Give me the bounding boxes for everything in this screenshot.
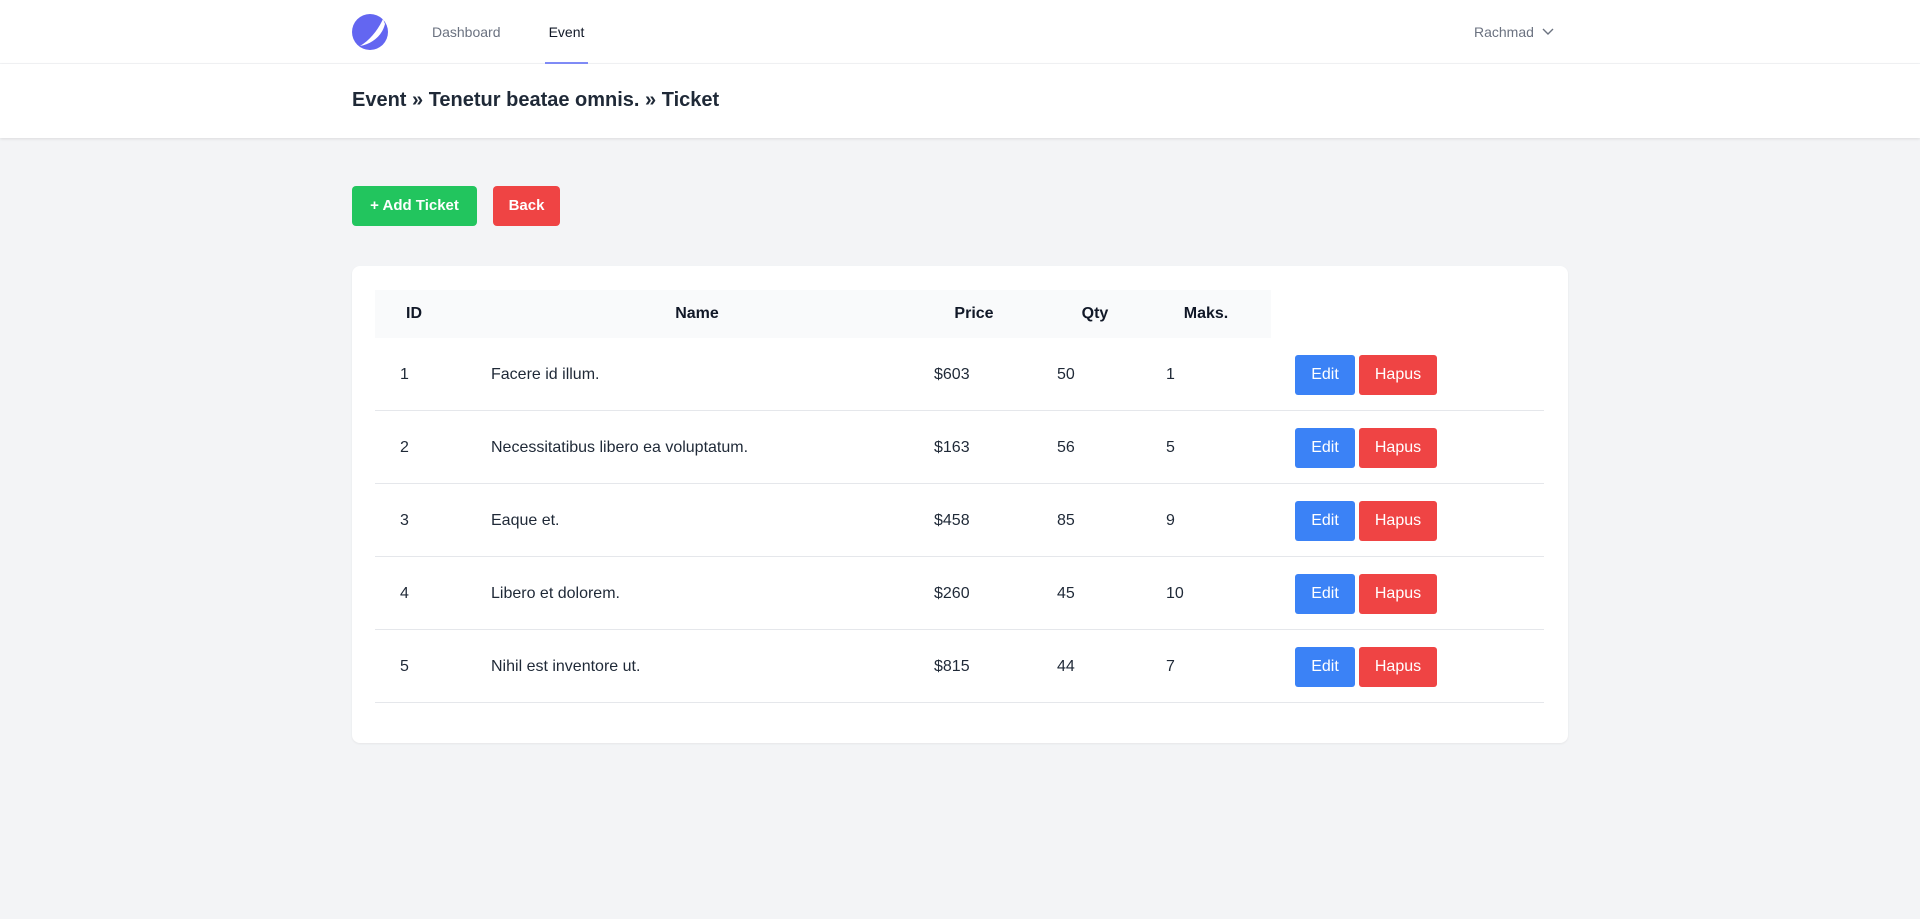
cell-price: $163 [934, 439, 970, 456]
cell-id: 3 [400, 512, 409, 529]
delete-button[interactable]: Hapus [1359, 574, 1437, 614]
cell-qty: 45 [1057, 585, 1075, 602]
column-header-name: Name [675, 305, 719, 322]
cell-name: Nihil est inventore ut. [491, 658, 641, 675]
nav-link-event-label: Event [548, 24, 585, 40]
cell-price: $260 [934, 585, 970, 602]
cell-maks: 5 [1166, 439, 1175, 456]
cell-qty: 85 [1057, 512, 1075, 529]
table-row: 1 Facere id illum. $603 50 1 Edit Hapus [375, 338, 1544, 411]
cell-price: $603 [934, 366, 970, 383]
back-button[interactable]: Back [493, 186, 560, 226]
edit-button[interactable]: Edit [1295, 428, 1355, 468]
cell-name: Facere id illum. [491, 366, 600, 383]
table-row: 4 Libero et dolorem. $260 45 10 Edit Hap… [375, 557, 1544, 630]
cell-id: 1 [400, 366, 409, 383]
table-row: 5 Nihil est inventore ut. $815 44 7 Edit… [375, 630, 1544, 703]
cell-maks: 7 [1166, 658, 1175, 675]
app-logo-icon[interactable] [352, 14, 388, 50]
cell-maks: 9 [1166, 512, 1175, 529]
cell-id: 2 [400, 439, 409, 456]
column-header-id: ID [406, 305, 422, 322]
nav-link-event[interactable]: Event [545, 0, 588, 64]
column-header-price: Price [954, 305, 994, 322]
edit-button[interactable]: Edit [1295, 574, 1355, 614]
edit-button[interactable]: Edit [1295, 647, 1355, 687]
ticket-table-card: ID Name Price Qty Maks. 1 Facere id illu… [352, 266, 1568, 743]
nav-link-dashboard[interactable]: Dashboard [432, 0, 501, 64]
cell-qty: 50 [1057, 366, 1075, 383]
edit-button[interactable]: Edit [1295, 355, 1355, 395]
cell-maks: 10 [1166, 585, 1184, 602]
table-row: 2 Necessitatibus libero ea voluptatum. $… [375, 411, 1544, 484]
cell-name: Libero et dolorem. [491, 585, 620, 602]
user-name: Rachmad [1474, 24, 1534, 40]
delete-button[interactable]: Hapus [1359, 647, 1437, 687]
delete-button[interactable]: Hapus [1359, 355, 1437, 395]
user-menu[interactable]: Rachmad [1474, 0, 1554, 64]
cell-qty: 56 [1057, 439, 1075, 456]
add-ticket-button[interactable]: + Add Ticket [352, 186, 477, 226]
cell-maks: 1 [1166, 366, 1175, 383]
cell-name: Necessitatibus libero ea voluptatum. [491, 439, 749, 456]
cell-id: 5 [400, 658, 409, 675]
table-row: 3 Eaque et. $458 85 9 Edit Hapus [375, 484, 1544, 557]
page-title: Event » Tenetur beatae omnis. » Ticket [352, 89, 720, 111]
column-header-maks: Maks. [1183, 305, 1229, 322]
column-header-qty: Qty [1081, 305, 1109, 322]
cell-price: $815 [934, 658, 970, 675]
delete-button[interactable]: Hapus [1359, 501, 1437, 541]
delete-button[interactable]: Hapus [1359, 428, 1437, 468]
cell-qty: 44 [1057, 658, 1075, 675]
chevron-down-icon [1542, 28, 1554, 35]
top-navbar: Dashboard Event Rachmad [0, 0, 1920, 64]
page-header: Event » Tenetur beatae omnis. » Ticket [0, 64, 1920, 138]
cell-price: $458 [934, 512, 970, 529]
edit-button[interactable]: Edit [1295, 501, 1355, 541]
cell-name: Eaque et. [491, 512, 560, 529]
cell-id: 4 [400, 585, 409, 602]
